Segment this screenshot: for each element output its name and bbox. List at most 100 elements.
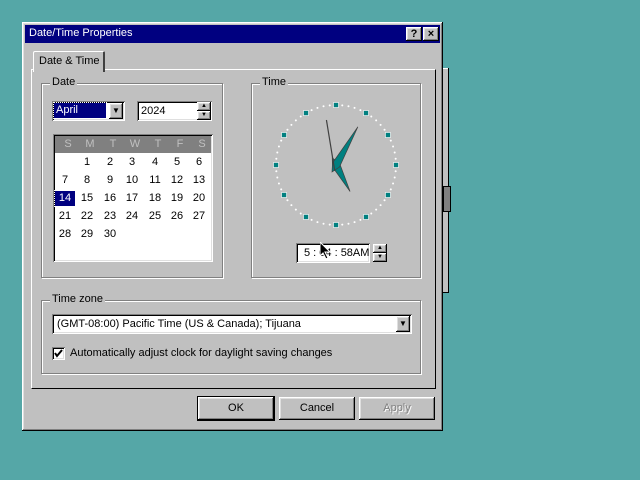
time-spinner[interactable]: 5 : 04 : 58AM ▲ ▼ xyxy=(296,243,387,263)
hour-tick xyxy=(393,162,399,168)
minute-tick xyxy=(375,208,378,211)
minute-tick xyxy=(286,128,289,131)
minute-tick xyxy=(294,119,297,122)
calendar-day[interactable]: 12 xyxy=(167,173,187,188)
calendar-day[interactable]: 6 xyxy=(189,155,209,170)
minute-tick xyxy=(290,204,293,207)
weekday-label: T xyxy=(109,138,117,150)
dst-checkbox[interactable] xyxy=(52,347,65,360)
arrow-up-icon: ▲ xyxy=(201,103,207,109)
chevron-down-icon: ▼ xyxy=(112,106,120,115)
time-group-label: Time xyxy=(260,76,289,88)
calendar-day[interactable]: 26 xyxy=(167,209,187,224)
hour-tick xyxy=(303,214,309,220)
calendar-day[interactable]: 28 xyxy=(55,227,75,242)
minute-tick xyxy=(379,123,382,126)
calendar-day[interactable]: 17 xyxy=(122,191,142,206)
apply-button[interactable]: Apply xyxy=(359,397,435,420)
minute-tick xyxy=(328,223,331,226)
minute-tick xyxy=(328,104,331,107)
calendar-day[interactable]: 18 xyxy=(145,191,165,206)
minute-tick xyxy=(280,139,283,142)
calendar-day[interactable]: 2 xyxy=(100,155,120,170)
minute-tick xyxy=(286,199,289,202)
calendar-day[interactable]: 19 xyxy=(167,191,187,206)
minute-tick xyxy=(299,115,302,118)
calendar-day[interactable]: 21 xyxy=(55,209,75,224)
minute-tick xyxy=(379,204,382,207)
year-down-button[interactable]: ▼ xyxy=(197,111,211,120)
hour-tick xyxy=(281,132,287,138)
calendar-day[interactable]: 1 xyxy=(77,155,97,170)
cancel-button[interactable]: Cancel xyxy=(279,397,355,420)
calendar-day[interactable]: 7 xyxy=(55,173,75,188)
calendar-day[interactable]: 5 xyxy=(167,155,187,170)
minute-tick xyxy=(359,109,362,112)
hour-tick xyxy=(333,102,339,108)
minute-tick xyxy=(394,157,397,160)
hour-tick xyxy=(281,192,287,198)
minute-tick xyxy=(383,128,386,131)
year-up-button[interactable]: ▲ xyxy=(197,102,211,111)
minute-tick xyxy=(276,176,279,179)
minute-tick xyxy=(316,106,319,109)
calendar-day[interactable]: 9 xyxy=(100,173,120,188)
analog-clock xyxy=(273,102,399,228)
calendar-day[interactable]: 30 xyxy=(100,227,120,242)
close-button[interactable]: × xyxy=(423,27,439,41)
tab-date-time[interactable]: Date & Time xyxy=(33,51,105,72)
hour-tick xyxy=(333,222,339,228)
hour-tick xyxy=(385,132,391,138)
weekday-label: W xyxy=(129,138,141,150)
hour-tick xyxy=(385,192,391,198)
minute-tick xyxy=(347,222,350,225)
hour-tick xyxy=(363,110,369,116)
month-dropdown[interactable]: April ▼ xyxy=(52,101,125,121)
month-dropdown-button[interactable]: ▼ xyxy=(109,103,123,119)
calendar-day[interactable]: 11 xyxy=(145,173,165,188)
minute-tick xyxy=(353,106,356,109)
time-down-button[interactable]: ▼ xyxy=(373,253,387,262)
dst-checkbox-label[interactable]: Automatically adjust clock for daylight … xyxy=(70,347,332,359)
timezone-group-label: Time zone xyxy=(50,293,105,305)
minute-tick xyxy=(277,182,280,185)
weekday-label: F xyxy=(176,138,184,150)
minute-tick xyxy=(275,170,278,173)
minute-tick xyxy=(389,139,392,142)
calendar-day[interactable]: 13 xyxy=(189,173,209,188)
background-scroll-thumb xyxy=(443,186,451,212)
calendar-day-selected[interactable]: 14 xyxy=(54,190,76,207)
chevron-down-icon: ▼ xyxy=(399,319,407,328)
timezone-dropdown[interactable]: (GMT-08:00) Pacific Time (US & Canada); … xyxy=(52,314,412,334)
calendar-day[interactable]: 16 xyxy=(100,191,120,206)
calendar-day[interactable]: 22 xyxy=(77,209,97,224)
close-icon: × xyxy=(427,28,435,40)
weekday-label: S xyxy=(64,138,72,150)
minute-tick xyxy=(353,221,356,224)
calendar-day[interactable]: 3 xyxy=(122,155,142,170)
calendar-grid: SMTWTFS 1 2 3 4 5 6 7 8 9 10 11 12 13 14 15 16 17 18 19 20 2… xyxy=(53,134,213,262)
year-spinner[interactable]: 2024 ▲ ▼ xyxy=(137,101,212,121)
mouse-cursor-icon xyxy=(320,242,332,260)
calendar-day[interactable]: 24 xyxy=(122,209,142,224)
minute-tick xyxy=(393,151,396,154)
time-up-button[interactable]: ▲ xyxy=(373,244,387,253)
minute-tick xyxy=(316,221,319,224)
arrow-up-icon: ▲ xyxy=(377,245,383,251)
timezone-dropdown-button[interactable]: ▼ xyxy=(396,316,410,332)
minute-tick xyxy=(275,157,278,160)
help-button[interactable]: ? xyxy=(406,27,422,41)
calendar-day[interactable]: 10 xyxy=(122,173,142,188)
calendar-day[interactable]: 27 xyxy=(189,209,209,224)
calendar-day[interactable]: 4 xyxy=(145,155,165,170)
calendar-day[interactable]: 25 xyxy=(145,209,165,224)
calendar-day[interactable]: 15 xyxy=(77,191,97,206)
calendar-day[interactable]: 29 xyxy=(77,227,97,242)
ok-button[interactable]: OK xyxy=(198,397,274,420)
calendar-day[interactable]: 23 xyxy=(100,209,120,224)
calendar-day[interactable]: 8 xyxy=(77,173,97,188)
hour-tick xyxy=(273,162,279,168)
calendar-day[interactable]: 20 xyxy=(189,191,209,206)
title-bar[interactable]: Date/Time Properties ? × xyxy=(25,25,440,43)
weekday-label: T xyxy=(154,138,162,150)
